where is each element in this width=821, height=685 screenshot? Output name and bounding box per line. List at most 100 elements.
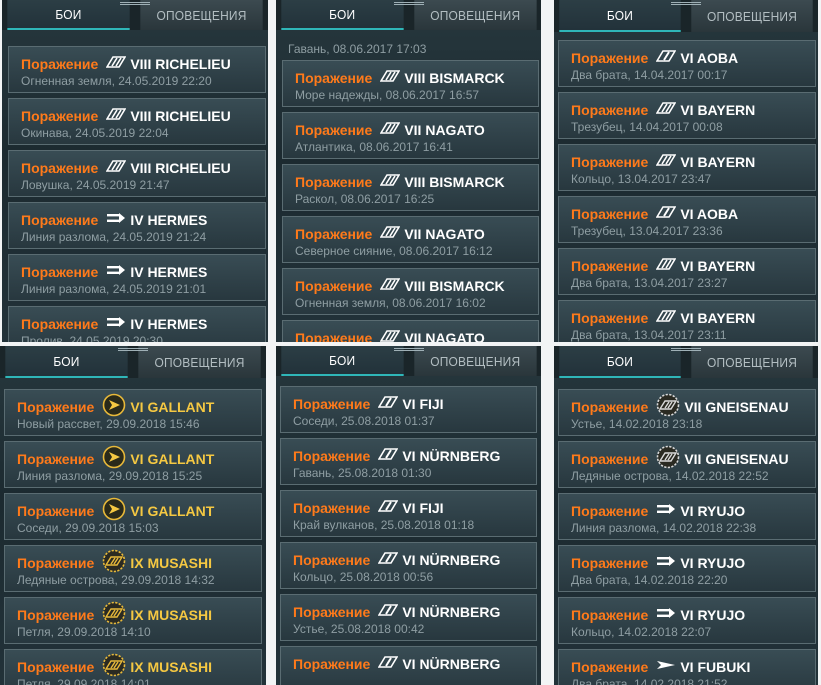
battle-entry[interactable]: Поражение VIII BISMARCK Раскол, 08.06.2017… [282, 164, 539, 211]
ship-name: VII NAGATO [404, 122, 485, 138]
battle-subtitle: Атлантика, 08.06.2017 16:41 [295, 140, 453, 154]
battle-entry[interactable]: Поражение VII NAGATO Атлантика, 08.06.2017… [282, 112, 539, 159]
battle-subtitle: Трезубец, 14.04.2017 00:08 [571, 120, 723, 134]
battle-subtitle: Новый рассвет, 29.09.2018 15:46 [17, 417, 200, 431]
tab-notifications[interactable]: ОПОВЕЩЕНИЯ [413, 346, 536, 376]
battle-entry[interactable]: Поражение VIII BISMARCK Огненная земля, 08… [282, 268, 539, 315]
battle-entry[interactable]: Поражение VI BAYERN Трезубец, 14.04.2017 0… [558, 92, 816, 139]
ship-name: IX MUSASHI [130, 555, 213, 571]
battle-subtitle: Линия разлома, 29.09.2018 15:25 [17, 469, 203, 483]
battleship-icon [379, 225, 401, 243]
battle-entry[interactable]: Поражение IV HERMES Линия разлома, 24.05.2… [8, 202, 266, 249]
result-label: Поражение [17, 555, 95, 571]
battle-entry[interactable]: Поражение VI FIJI Край вулканов, 25.08.201… [280, 490, 537, 537]
battle-entry[interactable]: Поражение VI BAYERN Кольцо, 13.04.2017 23:… [558, 144, 816, 191]
battle-entry[interactable]: Поражение VI NÜRNBERG [280, 646, 537, 685]
battle-entry[interactable]: Поражение VII NAGATO [282, 320, 539, 342]
tab-notifications[interactable]: ОПОВЕЩЕНИЯ [140, 0, 263, 30]
battle-subtitle: Ледяные острова, 29.09.2018 14:32 [17, 573, 215, 587]
battle-entry[interactable]: Поражение VIII RICHELIEU Окинава, 24.05.20… [8, 98, 266, 145]
battle-entry[interactable]: Поражение VI AOBA Два брата, 14.04.2017 00… [558, 40, 816, 87]
battle-log-panel: БОИ ОПОВЕЩЕНИЯ Гавань, 08.06.2017 17:03 Пор… [276, 0, 541, 342]
battle-entry[interactable]: Поражение VI AOBA Трезубец, 13.04.2017 23:… [558, 196, 816, 243]
cruiser-icon [377, 395, 399, 413]
ship-name: VI RYUJO [680, 607, 746, 623]
battle-title-row: Поражение VI GALLANT [17, 497, 214, 520]
result-label: Поражение [571, 607, 649, 623]
ship-name: IV HERMES [130, 212, 208, 228]
result-label: Поражение [17, 659, 95, 675]
tab-battles[interactable]: БОИ [281, 346, 404, 376]
carrier-icon [106, 211, 126, 229]
ship-name: VII GNEISENAU [684, 451, 789, 467]
tab-battles[interactable]: БОИ [281, 0, 404, 30]
battle-entry[interactable]: Поражение VIII BISMARCK Море надежды, 08.0… [282, 60, 539, 107]
battle-log-panel: БОИ ОПОВЕЩЕНИЯ Поражение VI AOBA Два брата, … [554, 0, 818, 342]
battle-entry[interactable]: Поражение VI NÜRNBERG Устье, 25.08.2018 00… [280, 594, 537, 641]
battle-log-panel: БОИ ОПОВЕЩЕНИЯ Поражение VIII RICHELIEU Огне… [2, 0, 268, 342]
battle-entry[interactable]: Поражение VI GALLANT Линия разлома, 29.09.… [4, 441, 262, 488]
battle-entry[interactable]: Поражение VIII RICHELIEU Ловушка, 24.05.20… [8, 150, 266, 197]
tab-battles[interactable]: БОИ [559, 346, 681, 378]
battle-entry[interactable]: Поражение VI RYUJO Кольцо, 14.02.2018 22:0… [558, 597, 816, 644]
battle-title-row: Поражение VI BAYERN [571, 309, 755, 327]
battle-list: Поражение VI FIJI Соседи, 25.08.2018 01:37… [276, 384, 541, 685]
battle-title-row: Поражение VIII BISMARCK [295, 277, 505, 295]
battle-log-panel: БОИ ОПОВЕЩЕНИЯ Поражение VI FIJI Соседи, 25.… [276, 346, 541, 685]
battle-entry[interactable]: Поражение VII NAGATO Северное сияние, 08.0… [282, 216, 539, 263]
battleship-icon [655, 257, 677, 275]
battleship-icon [105, 55, 127, 73]
tab-notifications[interactable]: ОПОВЕЩЕНИЯ [691, 346, 813, 378]
battle-title-row: Поражение VI FUBUKI [571, 658, 750, 676]
ship-name: VIII RICHELIEU [130, 108, 231, 124]
drag-handle[interactable] [118, 346, 148, 352]
battle-entry[interactable]: Поражение IV HERMES Линия разлома, 24.05.2… [8, 254, 266, 301]
tab-battles[interactable]: БОИ [7, 0, 130, 30]
drag-handle[interactable] [671, 346, 701, 352]
tab-notifications[interactable]: ОПОВЕЩЕНИЯ [138, 346, 261, 378]
battle-entry[interactable]: Поражение VI BAYERN Два брата, 13.04.2017 … [558, 248, 816, 295]
battle-title-row: Поражение VI NÜRNBERG [293, 655, 500, 673]
drag-handle[interactable] [393, 346, 424, 352]
result-label: Поражение [21, 108, 99, 124]
battle-entry[interactable]: Поражение VI RYUJO Два брата, 14.02.2018 2… [558, 545, 816, 592]
ship-name: VIII BISMARCK [404, 70, 505, 86]
battle-entry[interactable]: Поражение VI NÜRNBERG Гавань, 25.08.2018 0… [280, 438, 537, 485]
drag-handle[interactable] [671, 0, 701, 6]
battle-subtitle: Линия разлома, 24.05.2019 21:01 [21, 282, 207, 296]
battle-title-row: Поражение VIII RICHELIEU [21, 107, 231, 125]
battle-entry[interactable]: Поражение IX MUSASHI Ледяные острова, 29.0… [4, 545, 262, 592]
battle-subtitle: Линия разлома, 14.02.2018 22:38 [571, 521, 757, 535]
tab-battles[interactable]: БОИ [5, 346, 128, 378]
battle-entry[interactable]: Поражение VI BAYERN Два брата, 13.04.2017 … [558, 300, 816, 342]
battle-entry[interactable]: Поражение VI FUBUKI Два брата, 14.02.2018 … [558, 649, 816, 685]
battle-entry[interactable]: Поражение VI FIJI Соседи, 25.08.2018 01:37 [280, 386, 537, 433]
tab-notifications[interactable]: ОПОВЕЩЕНИЯ [691, 0, 813, 32]
battle-entry[interactable]: Поражение IX MUSASHI Петля, 29.09.2018 14:… [4, 597, 262, 644]
drag-handle[interactable] [393, 0, 424, 6]
drag-handle[interactable] [120, 0, 150, 6]
battle-entry[interactable]: Поражение VI GALLANT Соседи, 29.09.2018 15… [4, 493, 262, 540]
tab-battles[interactable]: БОИ [559, 0, 681, 32]
result-label: Поражение [21, 264, 99, 280]
battle-entry[interactable]: Поражение IV HERMES Пролив, 24.05.2019 20:… [8, 306, 266, 342]
battle-subtitle: Кольцо, 14.02.2018 22:07 [571, 625, 712, 639]
battle-entry[interactable]: Поражение VI GALLANT Новый рассвет, 29.09.… [4, 389, 262, 436]
ship-name: IX MUSASHI [130, 607, 213, 623]
battle-entry[interactable]: Поражение VII GNEISENAU Ледяные острова, 1… [558, 441, 816, 488]
ship-name: VI BAYERN [680, 258, 756, 274]
battle-subtitle: Два брата, 13.04.2017 23:11 [571, 328, 727, 342]
battle-subtitle: Два брата, 14.04.2017 00:17 [571, 68, 728, 82]
battle-entry[interactable]: Поражение VIII RICHELIEU Огненная земля, 2… [8, 46, 266, 93]
battleship-icon [655, 309, 677, 327]
tab-notifications[interactable]: ОПОВЕЩЕНИЯ [413, 0, 536, 30]
ship-name: VI FIJI [402, 396, 444, 412]
battleship-icon [379, 329, 401, 342]
battle-entry[interactable]: Поражение VI RYUJO Линия разлома, 14.02.20… [558, 493, 816, 540]
result-label: Поражение [295, 226, 373, 242]
result-label: Поражение [295, 70, 373, 86]
battle-entry[interactable]: Поражение VII GNEISENAU Устье, 14.02.2018 … [558, 389, 816, 436]
battle-subtitle: Петля, 29.09.2018 14:01 [17, 677, 151, 685]
battle-entry[interactable]: Поражение IX MUSASHI Петля, 29.09.2018 14:… [4, 649, 262, 685]
battle-entry[interactable]: Поражение VI NÜRNBERG Кольцо, 25.08.2018 0… [280, 542, 537, 589]
